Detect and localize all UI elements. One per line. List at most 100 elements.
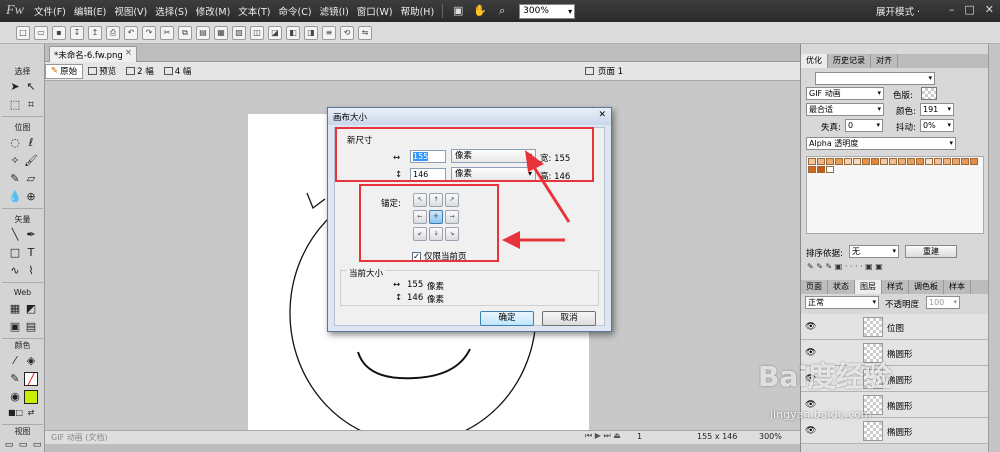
magic-wand-icon[interactable]: ✧ — [8, 154, 22, 168]
zoom-icon[interactable]: ⌕ — [495, 4, 509, 18]
fill-color-swatch[interactable] — [24, 390, 38, 404]
palette-swatch[interactable] — [961, 158, 969, 165]
menu-view[interactable]: 视图(V) — [110, 4, 151, 18]
eyedropper-icon[interactable]: ⁄ — [8, 354, 22, 368]
palette-swatch[interactable] — [970, 158, 978, 165]
hand-icon[interactable]: ✋ — [473, 4, 487, 18]
tab-2-up[interactable]: 2 幅 — [121, 64, 159, 79]
page-selector[interactable]: 页面 1 — [585, 65, 623, 77]
dither-select[interactable]: 0% — [920, 119, 954, 132]
dialog-close-icon[interactable]: ✕ — [598, 110, 606, 120]
menu-select[interactable]: 选择(S) — [151, 4, 191, 18]
cancel-button[interactable]: 取消 — [542, 311, 596, 326]
palette-swatch[interactable] — [925, 158, 933, 165]
eraser-icon[interactable]: ▱ — [24, 172, 38, 186]
new-file-icon[interactable]: □ — [16, 25, 30, 40]
tab-original[interactable]: ✎ 原始 — [45, 63, 84, 79]
pen-icon[interactable]: ✒ — [24, 228, 38, 242]
subselect-icon[interactable]: ↖ — [24, 80, 38, 94]
brush-icon[interactable]: 🖌 — [24, 154, 38, 168]
ungroup-icon[interactable]: ▧ — [232, 25, 246, 40]
crop-icon[interactable]: ⌗ — [24, 98, 38, 112]
menu-text[interactable]: 文本(T) — [234, 4, 274, 18]
status-zoom[interactable]: 300% — [759, 432, 782, 441]
tab-4-up[interactable]: 4 幅 — [159, 64, 197, 79]
cut-icon[interactable]: ✂ — [160, 25, 174, 40]
palette-swatch[interactable] — [916, 158, 924, 165]
tab-layers[interactable]: 图层 — [855, 280, 882, 294]
print-icon[interactable]: ⎙ — [106, 25, 120, 40]
flip-icon[interactable]: ⇋ — [358, 25, 372, 40]
palette-swatch[interactable] — [826, 166, 834, 173]
eye-icon[interactable]: 👁 — [805, 322, 816, 332]
clone-icon[interactable]: ⊕ — [24, 190, 38, 204]
line-icon[interactable]: ╲ — [8, 228, 22, 242]
layer-row[interactable]: 👁 椭圆形 — [801, 418, 989, 444]
palette-swatch[interactable] — [808, 166, 816, 173]
palette-swatch[interactable] — [889, 158, 897, 165]
text-tool-icon[interactable]: T — [24, 246, 38, 260]
workspace-switcher[interactable]: 展开模式 · — [876, 4, 920, 18]
palette-swatch[interactable] — [817, 166, 825, 173]
export-icon[interactable]: ↥ — [88, 25, 102, 40]
knife-icon[interactable]: ⌇ — [24, 264, 38, 278]
layout-icon[interactable]: ▣ — [451, 4, 465, 18]
menu-commands[interactable]: 命令(C) — [275, 4, 316, 18]
bring-front-icon[interactable]: ◧ — [286, 25, 300, 40]
palette-select[interactable]: 最合适 — [806, 103, 884, 116]
palette-tools-icon[interactable]: ✎ ✎ ✎ ▣ · · · · ▣ ▣ — [807, 262, 883, 271]
menu-help[interactable]: 帮助(H) — [397, 4, 439, 18]
ok-button[interactable]: 确定 — [480, 311, 534, 326]
palette-swatch[interactable] — [952, 158, 960, 165]
import-icon[interactable]: ↧ — [70, 25, 84, 40]
colors-select[interactable]: 191 — [920, 103, 954, 116]
split-icon[interactable]: ◪ — [268, 25, 282, 40]
join-icon[interactable]: ◫ — [250, 25, 264, 40]
send-back-icon[interactable]: ◨ — [304, 25, 318, 40]
close-button[interactable]: ✕ — [985, 3, 994, 16]
group-icon[interactable]: ▦ — [214, 25, 228, 40]
save-icon[interactable]: ▪ — [52, 25, 66, 40]
transparency-select[interactable]: Alpha 透明度 — [806, 137, 956, 150]
standard-screen-icon[interactable]: ▭ — [2, 438, 16, 452]
zoom-select[interactable]: 300% — [519, 3, 576, 19]
minimize-button[interactable]: – — [949, 3, 955, 16]
tab-pages[interactable]: 页面 — [801, 280, 828, 294]
menu-edit[interactable]: 编辑(E) — [70, 4, 110, 18]
paste-icon[interactable]: ▤ — [196, 25, 210, 40]
palette-swatch[interactable] — [943, 158, 951, 165]
menu-modify[interactable]: 修改(M) — [192, 4, 235, 18]
palette-swatch[interactable] — [880, 158, 888, 165]
tab-history[interactable]: 历史记录 — [828, 54, 871, 68]
slice-icon[interactable]: ◩ — [24, 302, 38, 316]
palette-swatch[interactable] — [844, 158, 852, 165]
marquee-icon[interactable]: ◌ — [8, 136, 22, 150]
panel-scrollbar[interactable] — [988, 44, 1000, 452]
opacity-select[interactable]: 100 — [926, 296, 960, 309]
blend-mode-select[interactable]: 正常 — [805, 296, 879, 309]
hotspot-icon[interactable]: ▦ — [8, 302, 22, 316]
maximize-button[interactable]: □ — [964, 3, 974, 16]
swap-colors-icon[interactable]: ⇄ — [24, 406, 38, 420]
freeform-icon[interactable]: ∿ — [8, 264, 22, 278]
open-file-icon[interactable]: ▭ — [34, 25, 48, 40]
tab-align[interactable]: 对齐 — [871, 54, 898, 68]
palette-swatch[interactable] — [808, 158, 816, 165]
rectangle-icon[interactable]: □ — [8, 246, 22, 260]
palette-swatch[interactable] — [835, 158, 843, 165]
lasso-icon[interactable]: ℓ — [24, 136, 38, 150]
hide-slices-icon[interactable]: ▣ — [8, 320, 22, 334]
sort-select[interactable]: 无 — [849, 245, 899, 258]
preset-select[interactable] — [815, 72, 935, 85]
layer-row[interactable]: 👁 位图 — [801, 314, 989, 340]
blur-icon[interactable]: 💧 — [8, 190, 22, 204]
tab-swatches[interactable]: 样本 — [944, 280, 971, 294]
redo-icon[interactable]: ↷ — [142, 25, 156, 40]
loss-select[interactable]: 0 — [845, 119, 883, 132]
fill-bucket-icon[interactable]: ◉ — [8, 390, 22, 404]
rotate-icon[interactable]: ⟲ — [340, 25, 354, 40]
paint-bucket-icon[interactable]: ◈ — [24, 354, 38, 368]
palette-swatch[interactable] — [871, 158, 879, 165]
copy-icon[interactable]: ⧉ — [178, 25, 192, 40]
palette-swatch[interactable] — [934, 158, 942, 165]
